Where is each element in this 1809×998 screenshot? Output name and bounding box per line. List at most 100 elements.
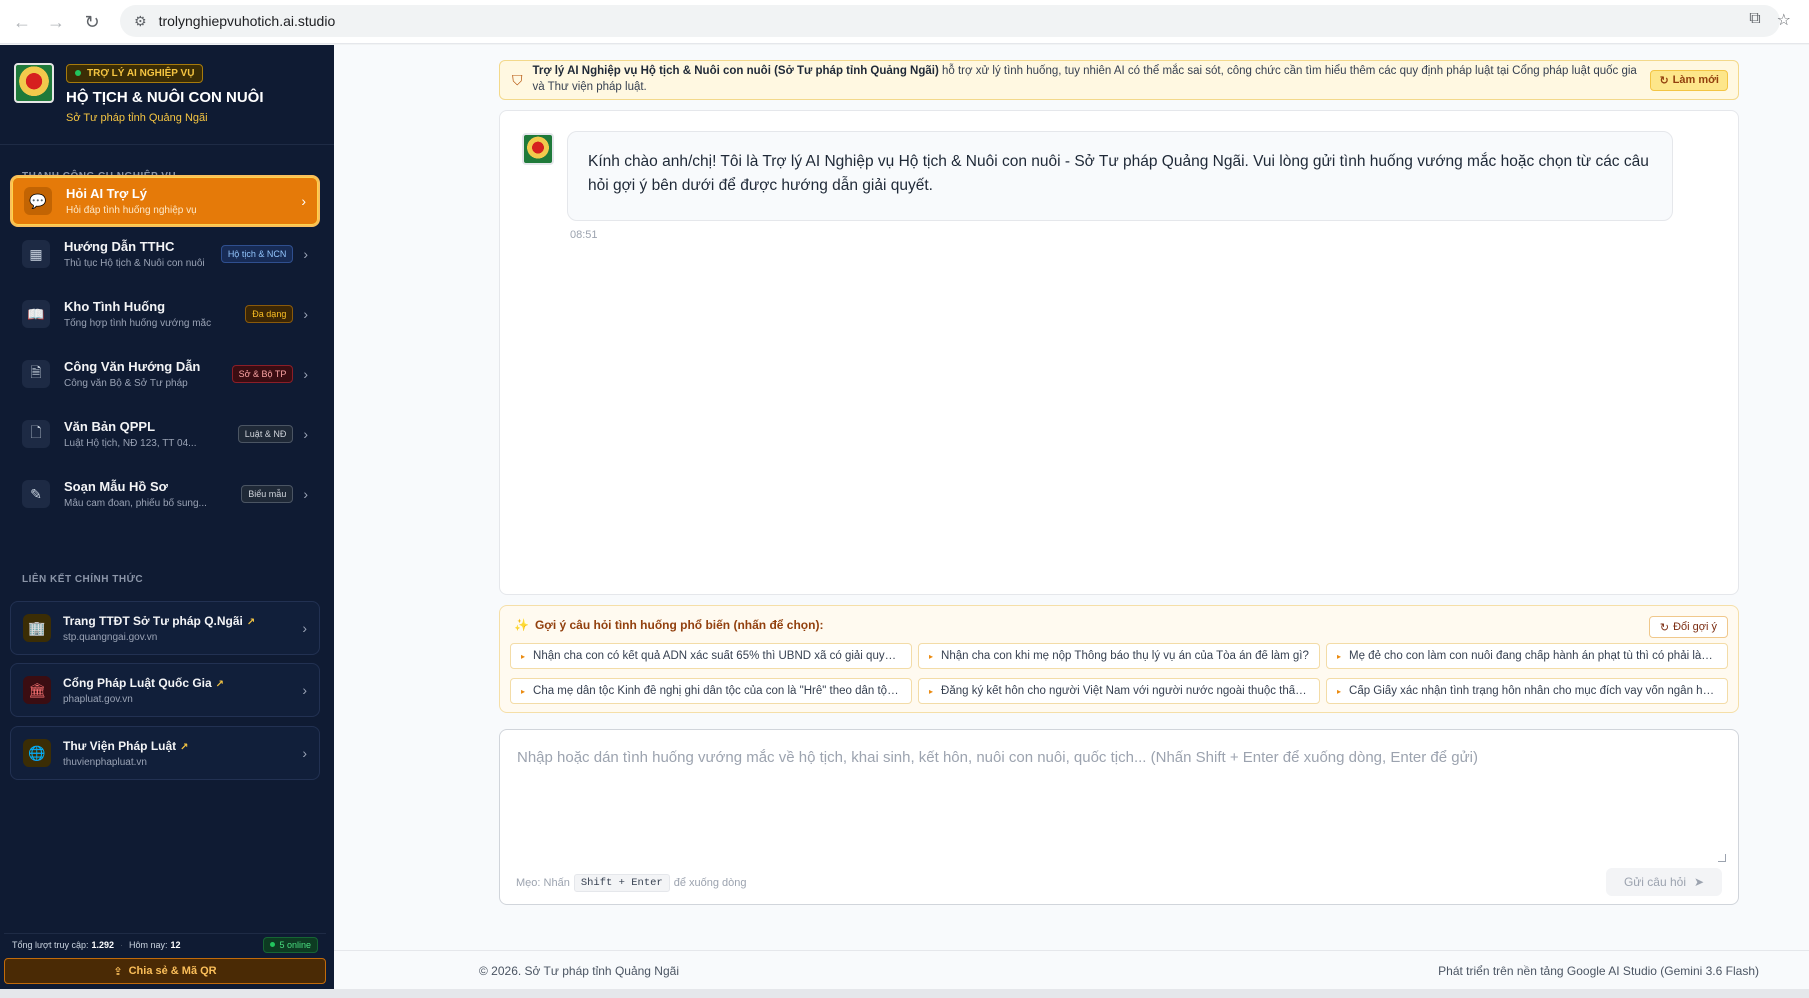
suggestion-label: Đăng ký kết hôn cho người Việt Nam với n…	[941, 685, 1309, 697]
suggestion-chip[interactable]: ▸ Cha mẹ dân tộc Kinh đề nghị ghi dân tộc…	[510, 678, 912, 704]
suggestions-panel: ✨ Gợi ý câu hỏi tình huống phổ biến (nhấn…	[499, 605, 1739, 713]
suggestion-chip[interactable]: ▸ Nhận cha con có kết quả ADN xác suất 65…	[510, 643, 912, 669]
platform-credit: Phát triển trên nền tảng Google AI Studi…	[1438, 963, 1759, 978]
composer: Mẹo: Nhấn Shift + Enter để xuống dòng Gử…	[499, 729, 1739, 905]
sidebar-item-title: Văn Bản QPPL	[64, 419, 156, 434]
chevron-right-icon: ›	[303, 306, 308, 322]
tip-suffix: để xuống dòng	[673, 877, 747, 889]
composer-tip: Mẹo: Nhấn Shift + Enter để xuống dòng	[516, 874, 747, 892]
sidebar-item-tthc[interactable]: ▦ Hướng Dẫn TTHC Thủ tục Hộ tịch & Nuôi c…	[10, 228, 320, 280]
taskbar-edge	[0, 989, 1809, 998]
bot-avatar	[522, 133, 554, 165]
tip-prefix: Mẹo: Nhấn	[516, 877, 570, 889]
sidebar-item-desc: Hỏi đáp tình huống nghiệp vụ	[66, 205, 197, 216]
item-badge: Luật & NĐ	[237, 425, 294, 443]
resize-handle[interactable]	[1718, 854, 1726, 862]
change-suggestions-button[interactable]: ↻ Đổi gợi ý	[1648, 616, 1728, 638]
item-badge: Hộ tịch & NCN	[220, 245, 294, 263]
link-stp-quangngai[interactable]: 🏢 Trang TTĐT Sở Tư pháp Q.Ngãi ↗ stp.quang…	[10, 601, 320, 655]
link-url: phapluat.gov.vn	[63, 693, 133, 705]
bookmark-star-icon[interactable]: ☆	[1777, 10, 1791, 30]
external-link-icon: ↗	[246, 616, 256, 628]
sidebar-item-ask-ai[interactable]: 💬 Hỏi AI Trợ Lý Hỏi đáp tình huống nghiệp…	[10, 175, 320, 227]
chat-panel: Kính chào anh/chị! Tôi là Trợ lý AI Nghi…	[499, 110, 1739, 595]
sidebar-item-title: Công Văn Hướng Dẫn	[64, 359, 201, 374]
main-content: ⛉ Trợ lý AI Nghiệp vụ Hộ tịch & Nuôi con…	[334, 45, 1809, 998]
bullet-icon: ▸	[1337, 651, 1342, 661]
send-label: Gửi câu hỏi	[1623, 875, 1686, 889]
chevron-right-icon: ›	[302, 682, 307, 698]
refresh-icon: ↻	[1659, 621, 1670, 634]
bullet-icon: ▸	[929, 651, 934, 661]
sidebar-item-desc: Thủ tục Hộ tịch & Nuôi con nuôi	[64, 258, 205, 269]
emblem-logo	[14, 63, 54, 103]
disclaimer-bold: Trợ lý AI Nghiệp vụ Hộ tịch & Nuôi con n…	[532, 65, 939, 78]
sidebar-item-desc: Luật Hộ tịch, NĐ 123, TT 04...	[64, 438, 197, 449]
link-thuvienphapluat[interactable]: 🌐 Thư Viện Pháp Luật ↗ thuvienphapluat.vn …	[10, 726, 320, 780]
suggestion-chip[interactable]: ▸ Mẹ đẻ cho con làm con nuôi đang chấp hà…	[1326, 643, 1728, 669]
link-phapluat[interactable]: 🏛 Cổng Pháp Luật Quốc Gia ↗ phapluat.gov.v…	[10, 663, 320, 717]
suggestion-label: Nhận cha con khi mẹ nộp Thông báo thụ lý…	[941, 650, 1309, 662]
reset-label: Làm mới	[1672, 74, 1719, 86]
suggestion-label: Cấp Giấy xác nhận tình trạng hôn nhân ch…	[1349, 685, 1717, 697]
today-value: 12	[170, 939, 181, 950]
external-link-icon: ↗	[180, 741, 189, 753]
link-url: thuvienphapluat.vn	[63, 756, 147, 768]
online-count: 5 online	[279, 939, 311, 950]
total-visits-value: 1.292	[91, 939, 114, 950]
send-icon: ➤	[1694, 875, 1705, 889]
sidebar-item-cases[interactable]: 📖 Kho Tình Huống Tổng hợp tình huống vướn…	[10, 288, 320, 340]
item-badge: Biểu mẫu	[241, 485, 294, 503]
back-icon[interactable]: ←	[4, 4, 40, 40]
sidebar-item-title: Hướng Dẫn TTHC	[64, 239, 175, 254]
suggestion-chip[interactable]: ▸ Cấp Giấy xác nhận tình trạng hôn nhân c…	[1326, 678, 1728, 704]
disclaimer-text: Trợ lý AI Nghiệp vụ Hộ tịch & Nuôi con n…	[533, 64, 1641, 95]
links-section-label: LIÊN KẾT CHÍNH THỨC	[22, 574, 144, 585]
site-settings-icon[interactable]: ⚙	[134, 13, 147, 30]
suggestions-heading: ✨ Gợi ý câu hỏi tình huống phổ biến (nhấn…	[514, 618, 823, 632]
sidebar-item-desc: Công văn Bộ & Sở Tư pháp	[64, 378, 188, 389]
item-badge: Sở & Bộ TP	[231, 365, 294, 383]
bullet-icon: ▸	[929, 686, 934, 696]
sidebar-item-official-letters[interactable]: 🗎 Công Văn Hướng Dẫn Công văn Bộ & Sở Tư …	[10, 348, 320, 400]
online-badge: 5 online	[263, 936, 318, 953]
bullet-icon: ▸	[1337, 686, 1342, 696]
browser-actions: ⧉ ☆	[1749, 10, 1791, 30]
sidebar-item-templates[interactable]: ✎ Soạn Mẫu Hồ Sơ Mẫu cam đoan, phiếu bổ s…	[10, 468, 320, 520]
footer: © 2026. Sở Tư pháp tỉnh Quảng Ngãi Phát …	[334, 950, 1809, 990]
brand-subtitle: Sở Tư pháp tỉnh Quảng Ngãi	[66, 111, 208, 124]
chat-icon: 💬	[24, 187, 52, 215]
link-url: stp.quangngai.gov.vn	[63, 631, 158, 643]
suggestion-label: Nhận cha con có kết quả ADN xác suất 65%…	[533, 650, 901, 662]
sidebar-item-desc: Tổng hợp tình huống vướng mắc	[64, 318, 212, 329]
file-text-icon: 🗋	[22, 420, 50, 448]
building-icon: 🏢	[23, 614, 51, 642]
share-qr-button[interactable]: ⇪ Chia sẻ & Mã QR	[4, 958, 326, 984]
forward-icon[interactable]: →	[38, 4, 74, 40]
question-input[interactable]	[501, 731, 1737, 861]
chevron-right-icon: ›	[303, 426, 308, 442]
suggestion-chip[interactable]: ▸ Nhận cha con khi mẹ nộp Thông báo thụ l…	[918, 643, 1320, 669]
shortcut-key: Shift + Enter	[573, 874, 670, 892]
chevron-right-icon: ›	[301, 193, 306, 209]
suggestion-label: Mẹ đẻ cho con làm con nuôi đang chấp hàn…	[1349, 650, 1717, 662]
send-button[interactable]: Gửi câu hỏi ➤	[1606, 868, 1722, 896]
book-icon: 📖	[22, 300, 50, 328]
suggestion-chip[interactable]: ▸ Đăng ký kết hôn cho người Việt Nam với …	[918, 678, 1320, 704]
suggestion-label: Cha mẹ dân tộc Kinh đề nghị ghi dân tộc …	[533, 685, 901, 697]
sidebar-item-legal-docs[interactable]: 🗋 Văn Bản QPPL Luật Hộ tịch, NĐ 123, TT 0…	[10, 408, 320, 460]
bullet-icon: ▸	[521, 651, 526, 661]
bot-message: Kính chào anh/chị! Tôi là Trợ lý AI Nghi…	[567, 131, 1673, 221]
reload-icon[interactable]: ↻	[74, 4, 110, 40]
globe-icon: 🌐	[23, 739, 51, 767]
reset-button[interactable]: ↻ Làm mới	[1650, 69, 1728, 91]
brand-pill: TRỢ LÝ AI NGHIỆP VỤ	[66, 63, 204, 83]
copyright: © 2026. Sở Tư pháp tỉnh Quảng Ngãi	[479, 963, 679, 978]
install-app-icon[interactable]: ⧉	[1749, 10, 1760, 30]
chevron-right-icon: ›	[303, 246, 308, 262]
stats-divider: ·	[120, 939, 123, 950]
visit-stats: Tổng lượt truy cập: 1.292 · Hôm nay: 12 5 …	[4, 933, 326, 955]
address-bar[interactable]: ⚙ trolynghiepvuhotich.ai.studio	[120, 5, 1780, 37]
share-icon: ⇪	[113, 965, 123, 978]
suggestions-heading-label: Gợi ý câu hỏi tình huống phổ biến (nhấn …	[534, 618, 824, 632]
